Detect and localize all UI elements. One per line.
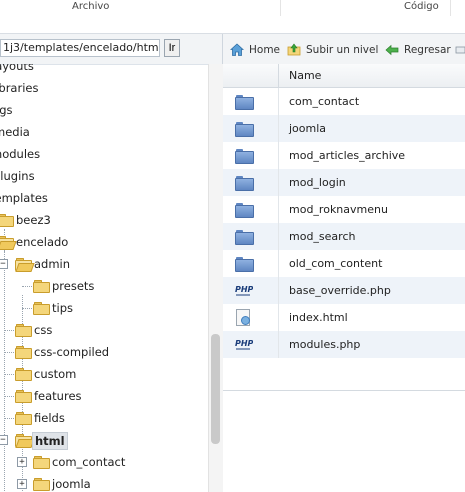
collapse-icon[interactable]: − [0,259,8,269]
tree-item-html[interactable]: − html [0,429,200,451]
file-row[interactable]: mod_login [223,169,465,196]
tree-item-com-contact[interactable]: + com_contact [0,451,200,473]
tree-item-custom[interactable]: custom [0,363,200,385]
file-row[interactable]: PHP modules.php [223,331,465,358]
file-row[interactable]: mod_search [223,223,465,250]
path-input[interactable]: 1j3/templates/encelado/html [0,39,160,57]
folder-icon [33,456,50,469]
tree-item-features[interactable]: features [0,385,200,407]
svg-text:PHP: PHP [235,285,253,294]
folder-open-icon [0,236,17,250]
editor-header: Archivo Código [0,0,465,34]
folder-icon [15,324,32,337]
tree-item-presets[interactable]: presets [0,275,200,297]
folder-icon [235,176,254,191]
folder-icon [0,214,14,227]
file-row[interactable]: index.html [223,304,465,331]
scrollbar-thumb[interactable] [211,334,220,444]
tree-item-css[interactable]: css [0,319,200,341]
tree-item-css-compiled[interactable]: css-compiled [0,341,200,363]
list-icon [455,46,465,54]
grid-bottom-border [223,390,465,391]
file-list-pane: Home Subir un nivel Regresar Name com_co… [223,34,465,492]
parent-folder-button[interactable]: Subir un nivel [287,42,378,58]
php-file-icon: PHP [235,283,254,299]
folder-icon [235,257,254,272]
file-row[interactable]: PHP base_override.php [223,277,465,304]
folder-tree: layouts libraries logs media modules plu… [0,64,208,492]
folder-icon [15,412,32,425]
tree-item-tips[interactable]: tips [0,297,200,319]
file-row[interactable]: old_com_content [223,250,465,277]
file-toolbar: Home Subir un nivel Regresar [223,34,465,65]
html-file-icon [236,309,250,326]
expand-icon[interactable]: + [17,457,27,467]
grid-header: Name [223,64,465,88]
folder-open-icon [15,434,35,448]
home-icon [230,43,244,56]
path-bar: 1j3/templates/encelado/html Ir [0,34,222,65]
tree-item-encelado[interactable]: encelado [0,231,200,253]
folder-icon [235,203,254,218]
folder-tree-pane: 1j3/templates/encelado/html Ir layouts l… [0,34,223,492]
back-button[interactable]: Regresar [385,42,451,58]
folder-icon [33,478,50,491]
header-divider [280,0,281,16]
folder-icon [15,390,32,403]
folder-icon [235,149,254,164]
column-codigo-label: Código [404,1,439,12]
php-file-icon: PHP [235,337,254,353]
column-archivo-label: Archivo [72,1,110,12]
header-divider [450,0,451,16]
icon-column-header [223,64,279,87]
tree-item-beez3[interactable]: beez3 [0,209,200,231]
file-row[interactable]: mod_articles_archive [223,142,465,169]
name-column-header[interactable]: Name [289,64,321,87]
tree-item-admin[interactable]: − admin [0,253,200,275]
tree-item-joomla[interactable]: + joomla [0,473,200,492]
folder-icon [235,122,254,137]
expand-icon[interactable]: + [17,479,27,489]
folder-open-icon [15,258,35,272]
file-row[interactable]: mod_roknavmenu [223,196,465,223]
file-row[interactable]: joomla [223,115,465,142]
collapse-icon[interactable]: − [0,435,8,445]
svg-text:PHP: PHP [235,339,253,348]
folder-icon [235,230,254,245]
more-button[interactable] [455,42,465,58]
home-button[interactable]: Home [230,42,280,58]
tree-scrollbar[interactable] [208,64,223,492]
folder-up-icon [287,43,301,56]
file-row[interactable]: com_contact [223,88,465,115]
folder-icon [33,280,50,293]
tree-item-fields[interactable]: fields [0,407,200,429]
go-button[interactable]: Ir [164,39,180,57]
folder-icon [15,346,32,359]
arrow-left-icon [385,44,399,56]
folder-icon [235,95,254,110]
folder-icon [15,368,32,381]
folder-icon [33,302,50,315]
